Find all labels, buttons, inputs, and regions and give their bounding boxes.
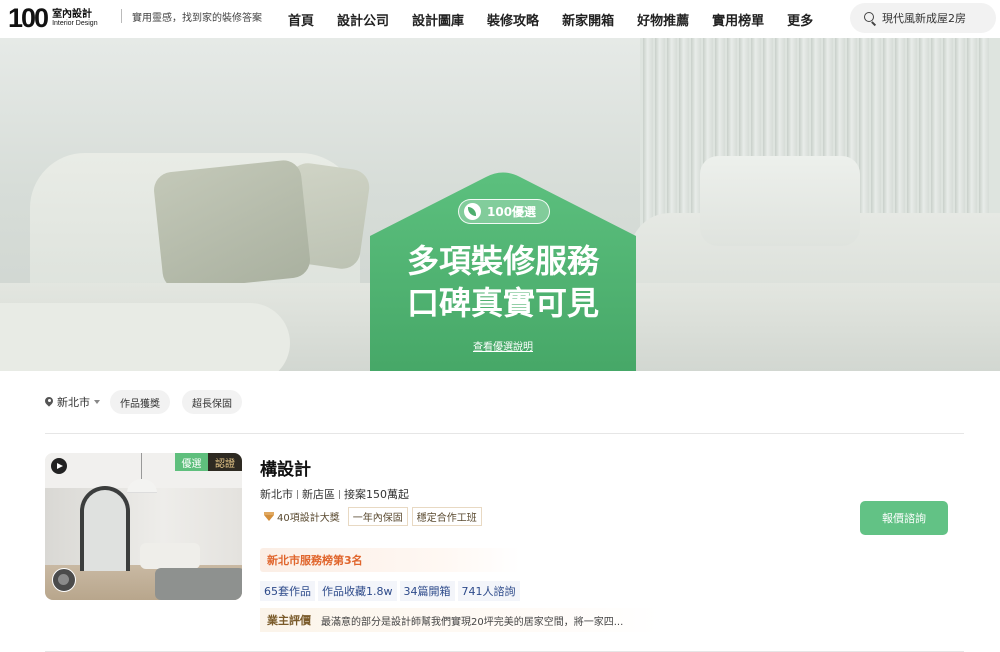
- verified-tag: 認證: [208, 453, 242, 471]
- search-placeholder: 現代風新成屋2房: [882, 12, 966, 25]
- hero-title-line1: 多項裝修服務: [406, 242, 599, 280]
- hero-pillow-sage: [152, 158, 312, 292]
- thumb-couch: [140, 543, 200, 569]
- thumb-table: [155, 568, 242, 600]
- site-logo[interactable]: 100 室內設計 Interior Design: [8, 3, 98, 33]
- hero-title: 多項裝修服務 口碑真實可見: [370, 240, 636, 324]
- meta-divider: [339, 489, 340, 499]
- award-tag: 40項設計大獎: [260, 507, 344, 526]
- owner-review[interactable]: 業主評價 最滿意的部分是設計師幫我們實現20坪完美的居家空間，將一家四...: [260, 608, 660, 632]
- filter-bar: 新北市 作品獲獎 超長保固: [45, 390, 254, 414]
- divider: [45, 433, 964, 434]
- hero-title-line2: 口碑真實可見: [406, 284, 599, 322]
- leaf-icon: [464, 203, 481, 220]
- nav-design-firms[interactable]: 設計公司: [337, 10, 389, 29]
- firm-city: 新北市: [260, 488, 293, 501]
- pin-icon: [45, 397, 53, 407]
- stat-favorites[interactable]: 作品收藏1.8w: [318, 581, 397, 601]
- rank-label: 新北市服務榜第3名: [267, 554, 363, 567]
- diamond-icon: [264, 512, 274, 521]
- quote-consult-button[interactable]: 報價諮詢: [860, 501, 948, 535]
- avatar[interactable]: [52, 568, 76, 592]
- tagline: 實用靈感，找到家的裝修答案: [132, 13, 262, 24]
- youxuan-badge-label: 100優選: [487, 205, 537, 219]
- firm-name[interactable]: 構設計: [260, 455, 311, 480]
- logo-text: 室內設計 Interior Design: [52, 9, 98, 28]
- firm-meta: 新北市 新店區 接案150萬起: [260, 486, 409, 502]
- play-icon[interactable]: [51, 458, 67, 474]
- hero-pillow-right: [700, 156, 860, 246]
- main-nav: 首頁 設計公司 設計圖庫 裝修攻略 新家開箱 好物推薦 實用榜單 更多: [288, 0, 836, 38]
- nav-new-home-tour[interactable]: 新家開箱: [562, 10, 614, 29]
- nav-more[interactable]: 更多: [787, 10, 813, 29]
- site-header: 100 室內設計 Interior Design 實用靈感，找到家的裝修答案 首…: [0, 0, 1000, 38]
- firm-budget: 接案150萬起: [344, 488, 409, 501]
- feature-tags: 40項設計大獎 一年內保固 穩定合作工班: [260, 507, 486, 526]
- youxuan-badge: 100優選: [458, 199, 550, 224]
- caret-down-icon: [94, 400, 100, 404]
- review-text: 最滿意的部分是設計師幫我們實現20坪完美的居家空間，將一家四...: [321, 616, 624, 628]
- location-label: 新北市: [57, 396, 90, 409]
- warranty-tag: 一年內保固: [347, 507, 408, 526]
- youxuan-tag: 優選: [175, 453, 208, 471]
- thumb-lamp-cord: [141, 453, 142, 479]
- filter-chip-warranty[interactable]: 超長保固: [182, 390, 242, 414]
- thumb-arch-door: [80, 486, 130, 571]
- search-icon: [864, 12, 876, 24]
- rank-banner[interactable]: 新北市服務榜第3名: [260, 548, 520, 572]
- logo-divider: [121, 9, 122, 23]
- location-filter[interactable]: 新北市: [45, 394, 100, 410]
- firm-stats: 65套作品 作品收藏1.8w 34篇開箱 741人諮詢: [260, 581, 523, 601]
- nav-home[interactable]: 首頁: [288, 10, 314, 29]
- review-label: 業主評價: [267, 614, 311, 627]
- logo-number: 100: [8, 2, 49, 33]
- award-tag-label: 40項設計大獎: [277, 513, 340, 524]
- crew-tag: 穩定合作工班: [411, 507, 482, 526]
- nav-renovation-guide[interactable]: 裝修攻略: [487, 10, 539, 29]
- logo-cn: 室內設計: [52, 8, 93, 20]
- stat-works[interactable]: 65套作品: [260, 581, 315, 601]
- firm-district: 新店區: [302, 488, 335, 501]
- search-box[interactable]: 現代風新成屋2房: [850, 3, 996, 33]
- meta-divider: [297, 489, 298, 499]
- nav-rankings[interactable]: 實用榜單: [712, 10, 764, 29]
- hero-info-link[interactable]: 查看優選說明: [370, 338, 636, 353]
- filter-chip-awards[interactable]: 作品獲獎: [110, 390, 170, 414]
- logo-en: Interior Design: [52, 19, 98, 27]
- hero-sofa-arm: [0, 303, 290, 371]
- nav-product-picks[interactable]: 好物推薦: [637, 10, 689, 29]
- nav-design-gallery[interactable]: 設計圖庫: [412, 10, 464, 29]
- stat-tours[interactable]: 34篇開箱: [399, 581, 455, 601]
- stat-consultations[interactable]: 741人諮詢: [457, 581, 520, 601]
